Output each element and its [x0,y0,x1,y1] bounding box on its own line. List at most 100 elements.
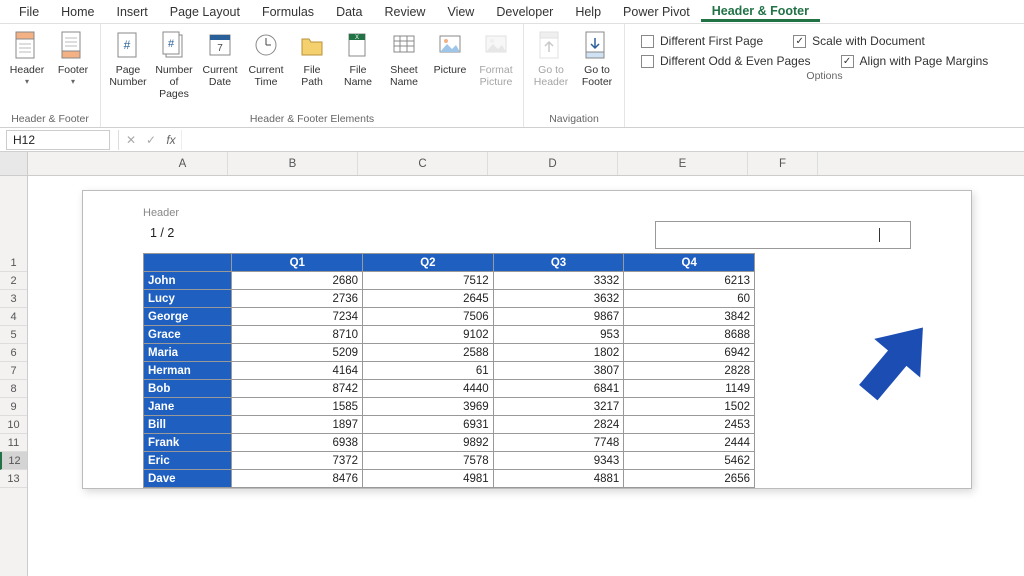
menu-help[interactable]: Help [564,2,612,22]
data-cell[interactable]: 2736 [232,290,363,308]
row-header[interactable]: 9 [0,398,27,416]
header-right-section[interactable] [655,221,911,249]
formula-input[interactable] [181,130,1024,150]
data-cell[interactable]: 8742 [232,380,363,398]
column-header[interactable]: D [488,152,618,175]
name-cell[interactable]: Frank [144,434,232,452]
data-cell[interactable]: 6841 [493,380,624,398]
row-header[interactable]: 7 [0,362,27,380]
picture-button[interactable]: Picture [429,28,471,76]
data-cell[interactable]: 3632 [493,290,624,308]
column-header[interactable]: A [138,152,228,175]
data-cell[interactable]: 8710 [232,326,363,344]
data-cell[interactable]: 1585 [232,398,363,416]
data-cell[interactable]: 2588 [363,344,494,362]
header-center-section[interactable] [399,221,655,249]
column-header[interactable]: F [748,152,818,175]
data-cell[interactable]: 7578 [363,452,494,470]
data-cell[interactable]: 4440 [363,380,494,398]
data-cell[interactable]: 3969 [363,398,494,416]
column-header[interactable]: B [228,152,358,175]
data-cell[interactable]: 3807 [493,362,624,380]
data-cell[interactable]: 2828 [624,362,755,380]
data-cell[interactable]: 61 [363,362,494,380]
row-header[interactable]: 12 [0,452,27,470]
different-odd-even-checkbox[interactable]: Different Odd & Even Pages [641,54,811,68]
page-number-button[interactable]: #PageNumber [107,28,149,88]
data-cell[interactable]: 9343 [493,452,624,470]
data-cell[interactable]: 8688 [624,326,755,344]
data-cell[interactable]: 8476 [232,470,363,488]
current-date-button[interactable]: 7CurrentDate [199,28,241,88]
row-header[interactable]: 6 [0,344,27,362]
menu-developer[interactable]: Developer [485,2,564,22]
data-cell[interactable]: 5462 [624,452,755,470]
name-cell[interactable]: Grace [144,326,232,344]
data-cell[interactable]: 6213 [624,272,755,290]
go-to-footer-button[interactable]: Go to Footer [576,28,618,88]
data-cell[interactable]: 7512 [363,272,494,290]
menu-formulas[interactable]: Formulas [251,2,325,22]
menu-review[interactable]: Review [373,2,436,22]
header-left-section[interactable]: 1 / 2 [143,221,399,249]
data-cell[interactable]: 3217 [493,398,624,416]
row-header[interactable]: 10 [0,416,27,434]
menu-data[interactable]: Data [325,2,373,22]
column-header[interactable]: E [618,152,748,175]
different-first-page-checkbox[interactable]: Different First Page [641,34,763,48]
data-cell[interactable]: 2444 [624,434,755,452]
fx-icon[interactable]: fx [161,133,181,147]
data-cell[interactable]: 7234 [232,308,363,326]
data-cell[interactable]: 6931 [363,416,494,434]
header-button[interactable]: Header ▾ [6,28,48,86]
table-header-cell[interactable]: Q2 [363,254,494,272]
data-cell[interactable]: 4164 [232,362,363,380]
name-cell[interactable]: George [144,308,232,326]
data-cell[interactable]: 9102 [363,326,494,344]
data-cell[interactable]: 7372 [232,452,363,470]
name-cell[interactable]: Herman [144,362,232,380]
data-cell[interactable]: 3842 [624,308,755,326]
enter-formula-icon[interactable]: ✓ [141,133,161,147]
number-of-pages-button[interactable]: #NumberofPages [153,28,195,100]
menu-page-layout[interactable]: Page Layout [159,2,251,22]
footer-button[interactable]: Footer ▾ [52,28,94,86]
name-cell[interactable]: Lucy [144,290,232,308]
data-cell[interactable]: 2680 [232,272,363,290]
name-cell[interactable]: Jane [144,398,232,416]
data-cell[interactable]: 2453 [624,416,755,434]
data-cell[interactable]: 2645 [363,290,494,308]
row-header[interactable]: 11 [0,434,27,452]
cancel-formula-icon[interactable]: ✕ [121,133,141,147]
data-cell[interactable]: 3332 [493,272,624,290]
data-cell[interactable]: 1149 [624,380,755,398]
name-box[interactable]: H12 [6,130,110,150]
sheet-name-button[interactable]: SheetName [383,28,425,88]
menu-header-footer[interactable]: Header & Footer [701,1,820,22]
name-cell[interactable]: Bill [144,416,232,434]
data-cell[interactable]: 2656 [624,470,755,488]
name-cell[interactable]: Bob [144,380,232,398]
scale-with-document-checkbox[interactable]: ✓Scale with Document [793,34,925,48]
file-path-button[interactable]: FilePath [291,28,333,88]
table-header-cell[interactable]: Q1 [232,254,363,272]
data-cell[interactable]: 5209 [232,344,363,362]
menu-file[interactable]: File [8,2,50,22]
select-all-triangle[interactable] [0,152,27,176]
current-time-button[interactable]: CurrentTime [245,28,287,88]
data-cell[interactable]: 1802 [493,344,624,362]
data-cell[interactable]: 60 [624,290,755,308]
table-corner[interactable] [144,254,232,272]
menu-view[interactable]: View [436,2,485,22]
row-header[interactable]: 5 [0,326,27,344]
row-header[interactable]: 13 [0,470,27,488]
data-cell[interactable]: 2824 [493,416,624,434]
menu-power-pivot[interactable]: Power Pivot [612,2,701,22]
grid[interactable]: ABCDEF Header 1 / 2 Q1Q2Q3Q4 John2680751… [28,152,1024,576]
menu-home[interactable]: Home [50,2,105,22]
table-header-cell[interactable]: Q3 [493,254,624,272]
data-cell[interactable]: 9892 [363,434,494,452]
data-cell[interactable]: 6938 [232,434,363,452]
data-cell[interactable]: 1502 [624,398,755,416]
table-header-cell[interactable]: Q4 [624,254,755,272]
